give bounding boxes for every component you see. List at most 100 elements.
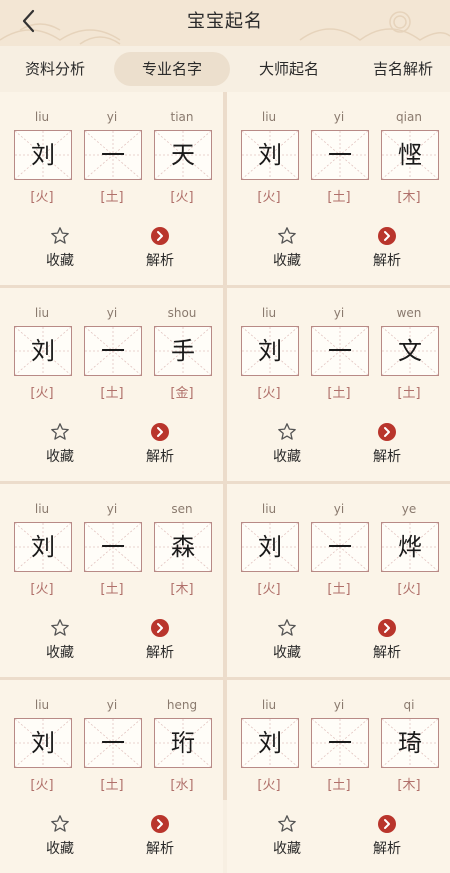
character-box: 一 (84, 130, 142, 180)
five-element-label: [火] (30, 778, 54, 793)
name-card[interactable]: liu 刘 [火] yi 一 [土] wen 文 [土] 收藏 解析 (227, 288, 450, 481)
five-element-label: [土] (327, 778, 351, 793)
pinyin-label: yi (333, 306, 345, 320)
star-outline-icon (278, 423, 296, 440)
favorite-button[interactable]: 收藏 (257, 814, 317, 858)
favorite-button[interactable]: 收藏 (30, 422, 90, 466)
favorite-button[interactable]: 收藏 (30, 618, 90, 662)
favorite-button[interactable]: 收藏 (257, 618, 317, 662)
chevron-right-circle-icon (378, 227, 396, 245)
star-outline-icon (51, 423, 69, 440)
character-box: 珩 (154, 718, 212, 768)
favorite-button[interactable]: 收藏 (257, 226, 317, 270)
name-character: 刘 (258, 337, 282, 365)
five-element-label: [土] (327, 190, 351, 205)
chevron-right-circle-icon (378, 619, 396, 637)
favorite-button[interactable]: 收藏 (257, 422, 317, 466)
pinyin-label: liu (261, 698, 277, 712)
five-element-label: [火] (257, 778, 281, 793)
character-box: 刘 (14, 718, 72, 768)
name-card[interactable]: liu 刘 [火] yi 一 [土] qi 琦 [木] 收藏 解析 (227, 680, 450, 873)
name-character: 一 (328, 533, 352, 561)
chevron-right-circle-icon (378, 815, 396, 833)
name-character: 悭 (398, 141, 422, 169)
five-element-label: [土] (327, 582, 351, 597)
tab-professional-names[interactable]: 专业名字 (114, 52, 230, 86)
pinyin-label: liu (34, 110, 50, 124)
tab-master-naming[interactable]: 大师起名 (244, 52, 334, 86)
tab-name-analysis[interactable]: 吉名解析 (358, 52, 448, 86)
character-box: 刘 (241, 718, 299, 768)
star-outline-icon (51, 227, 69, 244)
name-character: 烨 (398, 533, 422, 561)
analyze-button[interactable]: 解析 (130, 814, 190, 858)
pinyin-label: yi (106, 698, 118, 712)
star-outline-icon (278, 619, 296, 636)
name-character: 文 (398, 337, 422, 365)
analyze-button[interactable]: 解析 (130, 226, 190, 270)
pinyin-label: shou (167, 306, 197, 320)
character-box: 一 (84, 718, 142, 768)
analyze-label: 解析 (373, 645, 401, 661)
pinyin-label: tian (170, 110, 194, 124)
pinyin-label: yi (106, 306, 118, 320)
analyze-button[interactable]: 解析 (357, 226, 417, 270)
favorite-label: 收藏 (46, 645, 74, 661)
name-character: 珩 (171, 729, 195, 757)
pinyin-label: yi (333, 502, 345, 516)
character-box: 悭 (381, 130, 439, 180)
chevron-right-circle-icon (151, 619, 169, 637)
analyze-label: 解析 (373, 253, 401, 269)
five-element-label: [土] (100, 190, 124, 205)
analyze-button[interactable]: 解析 (130, 618, 190, 662)
five-element-label: [火] (30, 582, 54, 597)
favorite-label: 收藏 (273, 841, 301, 857)
character-box: 刘 (241, 326, 299, 376)
five-element-label: [火] (257, 386, 281, 401)
favorite-label: 收藏 (273, 449, 301, 465)
five-element-label: [木] (397, 778, 421, 793)
five-element-label: [土] (100, 386, 124, 401)
five-element-label: [火] (30, 386, 54, 401)
tab-bar: 资料分析 专业名字 大师起名 吉名解析 (0, 46, 450, 92)
name-card[interactable]: liu 刘 [火] yi 一 [土] tian 天 [火] 收藏 解析 (0, 92, 223, 285)
analyze-button[interactable]: 解析 (357, 814, 417, 858)
name-character: 刘 (258, 533, 282, 561)
name-character: 一 (101, 533, 125, 561)
five-element-label: [木] (397, 190, 421, 205)
five-element-label: [火] (30, 190, 54, 205)
pinyin-label: yi (333, 110, 345, 124)
pinyin-label: liu (261, 110, 277, 124)
pinyin-label: liu (34, 698, 50, 712)
name-character: 手 (171, 337, 195, 365)
pinyin-label: yi (106, 110, 118, 124)
name-card[interactable]: liu 刘 [火] yi 一 [土] heng 珩 [水] 收藏 解析 (0, 680, 223, 873)
name-character: 琦 (398, 729, 422, 757)
character-box: 刘 (14, 326, 72, 376)
tab-data-analysis[interactable]: 资料分析 (10, 52, 100, 86)
favorite-button[interactable]: 收藏 (30, 814, 90, 858)
pinyin-label: yi (106, 502, 118, 516)
name-character: 一 (101, 337, 125, 365)
chevron-right-circle-icon (151, 815, 169, 833)
analyze-label: 解析 (146, 449, 174, 465)
name-card[interactable]: liu 刘 [火] yi 一 [土] shou 手 [金] 收藏 解析 (0, 288, 223, 481)
character-box: 天 (154, 130, 212, 180)
name-card[interactable]: liu 刘 [火] yi 一 [土] qian 悭 [木] 收藏 解析 (227, 92, 450, 285)
page-title: 宝宝起名 (187, 11, 263, 32)
character-box: 一 (84, 522, 142, 572)
character-box: 一 (311, 326, 369, 376)
analyze-button[interactable]: 解析 (357, 422, 417, 466)
name-card[interactable]: liu 刘 [火] yi 一 [土] ye 烨 [火] 收藏 解析 (227, 484, 450, 677)
character-box: 刘 (14, 522, 72, 572)
pinyin-label: liu (34, 306, 50, 320)
analyze-button[interactable]: 解析 (130, 422, 190, 466)
character-box: 一 (311, 718, 369, 768)
analyze-button[interactable]: 解析 (357, 618, 417, 662)
five-element-label: [土] (397, 386, 421, 401)
name-character: 刘 (31, 533, 55, 561)
name-character: 刘 (31, 337, 55, 365)
favorite-button[interactable]: 收藏 (30, 226, 90, 270)
name-character: 一 (328, 729, 352, 757)
name-card[interactable]: liu 刘 [火] yi 一 [土] sen 森 [木] 收藏 解析 (0, 484, 223, 677)
